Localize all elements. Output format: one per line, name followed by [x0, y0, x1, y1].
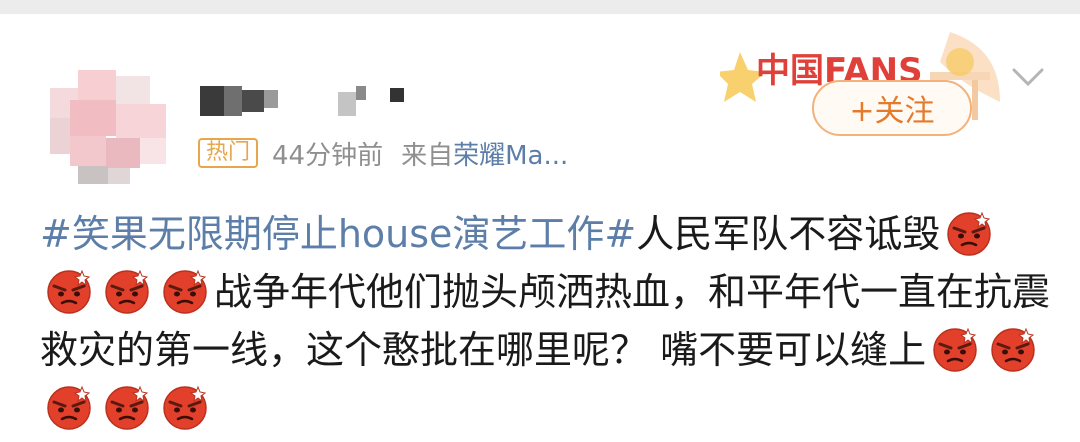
follow-button[interactable]: +关注: [812, 80, 972, 136]
avatar[interactable]: [50, 70, 170, 185]
angry-face-emoji: [105, 269, 149, 314]
top-strip: [0, 0, 1080, 14]
post-time: 44分钟前: [272, 140, 384, 171]
angry-face-emoji: [933, 327, 977, 372]
post-meta: 热门 44分钟前 来自 荣耀Ma...: [198, 135, 568, 172]
post-text: #笑果无限期停止house演艺工作#人民军队不容诋毁战争年代他们抛头颅洒热血，和…: [40, 205, 1050, 437]
angry-face-emoji: [947, 211, 992, 256]
topic-link[interactable]: #笑果无限期停止house演艺工作#: [40, 212, 636, 256]
post-source-device[interactable]: 荣耀Ma...: [453, 135, 568, 172]
username[interactable]: [200, 86, 420, 116]
angry-face-emoji: [105, 385, 149, 430]
chevron-down-icon[interactable]: [1010, 66, 1046, 90]
post-text-part1: 人民军队不容诋毁: [636, 212, 941, 256]
angry-face-emoji: [991, 327, 1035, 372]
hot-badge: 热门: [198, 138, 259, 168]
angry-face-emoji: [163, 269, 207, 314]
angry-face-emoji: [163, 385, 207, 430]
angry-face-emoji: [47, 385, 91, 430]
angry-face-emoji: [47, 269, 91, 314]
post-source-prefix: 来自: [401, 140, 454, 171]
